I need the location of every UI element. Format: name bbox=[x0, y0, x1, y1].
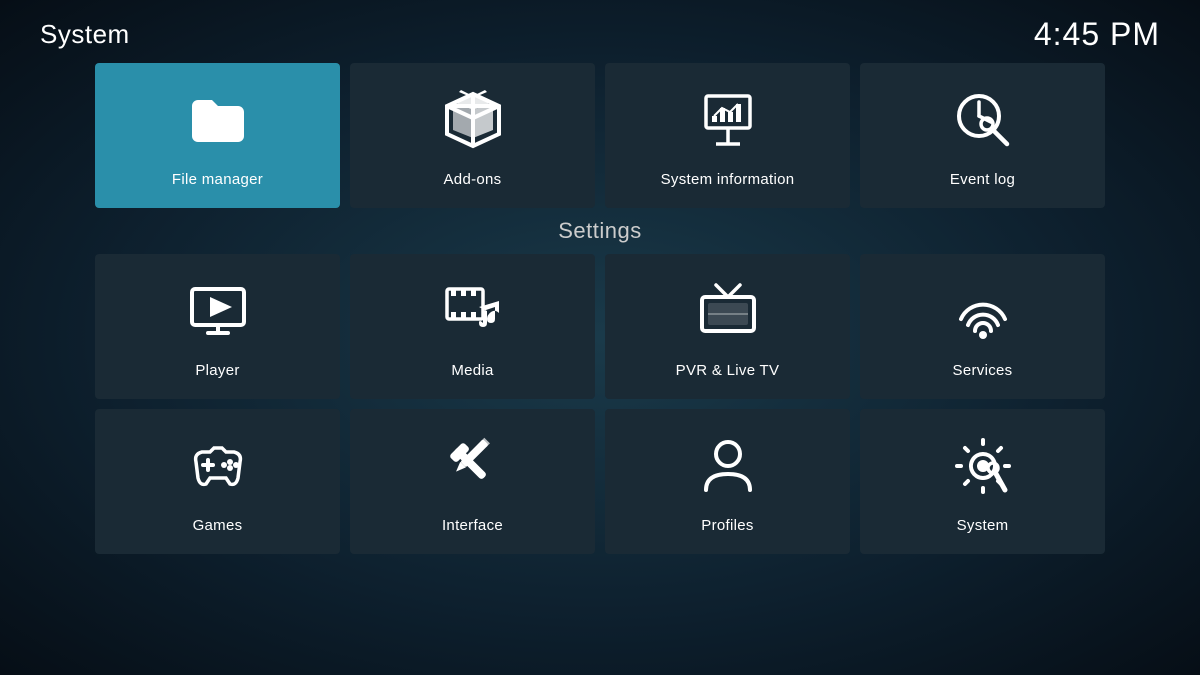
clock: 4:45 PM bbox=[1034, 16, 1160, 53]
clock-search-icon bbox=[951, 88, 1015, 161]
menu-item-add-ons[interactable]: Add-ons bbox=[350, 63, 595, 208]
menu-item-player[interactable]: Player bbox=[95, 254, 340, 399]
menu-item-profiles[interactable]: Profiles bbox=[605, 409, 850, 554]
header: System 4:45 PM bbox=[0, 0, 1200, 63]
menu-item-games[interactable]: Games bbox=[95, 409, 340, 554]
menu-item-media[interactable]: Media bbox=[350, 254, 595, 399]
menu-label-player: Player bbox=[195, 362, 239, 379]
folder-icon bbox=[186, 88, 250, 161]
menu-label-services: Services bbox=[953, 362, 1013, 379]
gear-tools-icon bbox=[951, 434, 1015, 507]
menu-label-pvr-live-tv: PVR & Live TV bbox=[676, 362, 780, 379]
settings-row-2: Games bbox=[95, 409, 1105, 554]
box-icon bbox=[441, 88, 505, 161]
menu-item-system-information[interactable]: System information bbox=[605, 63, 850, 208]
menu-item-file-manager[interactable]: File manager bbox=[95, 63, 340, 208]
podcast-icon bbox=[951, 279, 1015, 352]
settings-label: Settings bbox=[95, 218, 1105, 244]
gamepad-icon bbox=[186, 434, 250, 507]
menu-label-event-log: Event log bbox=[950, 171, 1015, 188]
menu-label-file-manager: File manager bbox=[172, 171, 263, 188]
settings-row-1: Player bbox=[95, 254, 1105, 399]
menu-label-add-ons: Add-ons bbox=[444, 171, 502, 188]
person-icon bbox=[696, 434, 760, 507]
menu-item-event-log[interactable]: Event log bbox=[860, 63, 1105, 208]
menu-item-services[interactable]: Services bbox=[860, 254, 1105, 399]
projector-icon bbox=[696, 88, 760, 161]
menu-label-media: Media bbox=[451, 362, 493, 379]
tools-icon bbox=[441, 434, 505, 507]
menu-item-interface[interactable]: Interface bbox=[350, 409, 595, 554]
tv-icon bbox=[696, 279, 760, 352]
menu-label-profiles: Profiles bbox=[701, 517, 753, 534]
monitor-play-icon bbox=[186, 279, 250, 352]
film-music-icon bbox=[441, 279, 505, 352]
menu-label-system: System bbox=[957, 517, 1009, 534]
menu-label-games: Games bbox=[193, 517, 243, 534]
settings-grid: Player bbox=[95, 254, 1105, 554]
menu-label-system-information: System information bbox=[661, 171, 795, 188]
main-content: File manager Add-ons bbox=[0, 63, 1200, 554]
menu-item-pvr-live-tv[interactable]: PVR & Live TV bbox=[605, 254, 850, 399]
menu-item-system[interactable]: System bbox=[860, 409, 1105, 554]
menu-label-interface: Interface bbox=[442, 517, 503, 534]
settings-section: Settings Player bbox=[95, 218, 1105, 554]
top-row: File manager Add-ons bbox=[95, 63, 1105, 208]
page-title: System bbox=[40, 19, 130, 50]
